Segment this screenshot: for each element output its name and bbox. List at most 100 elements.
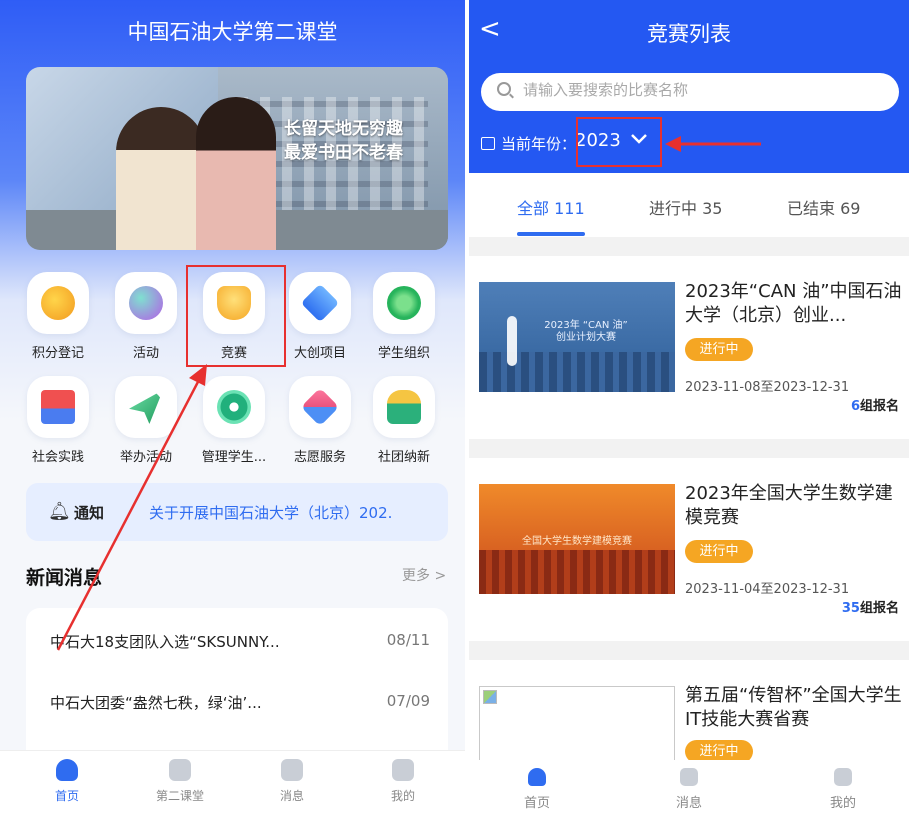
banner-figure — [116, 107, 206, 250]
tab-label: 我的 — [390, 789, 415, 803]
status-badge: 进行中 — [685, 338, 753, 361]
signup-count: 35组报名 — [842, 597, 899, 616]
points-register-icon — [27, 272, 89, 334]
tab-home[interactable]: 首页 — [22, 759, 112, 804]
news-item-date: 08/11 — [386, 631, 430, 649]
grid-item-manage-students[interactable]: 管理学生... — [194, 376, 274, 465]
grid-label: 志愿服务 — [293, 450, 346, 465]
banner-carousel[interactable]: 长留天地无穷趣 最爱书田不老春 — [26, 67, 448, 250]
news-more-link[interactable]: 更多 > — [402, 565, 446, 585]
search-icon — [497, 82, 511, 96]
volunteer-icon — [289, 376, 351, 438]
book-icon — [169, 759, 191, 781]
competition-card[interactable]: 2023年 “CAN 油” 创业计划大赛 2023年“CAN 油”中国石油大学（… — [469, 256, 909, 439]
notice-text[interactable]: 关于开展中国石油大学（北京）202. — [149, 502, 392, 523]
status-badge: 进行中 — [685, 540, 753, 563]
grid-item-social-practice[interactable]: 社会实践 — [18, 376, 98, 465]
competition-list-screen: < 竞赛列表 当前年份： 2023 全部 111 进行中 35 已结束 69 — [469, 0, 909, 814]
news-item-title: 中石大18支团队入选“SKSUNNY... — [50, 633, 280, 651]
screenshot-root: 中国石油大学第二课堂 长留天地无穷趣 最爱书田不老春 积分登记 活动 竞赛 大创… — [0, 0, 909, 814]
competition-cover-image: 2023年 “CAN 油” 创业计划大赛 — [479, 282, 675, 392]
tab-profile[interactable]: 我的 — [358, 759, 448, 804]
signup-count-number: 35 — [841, 601, 860, 616]
signup-count-number: 6 — [850, 399, 860, 414]
tab-label: 消息 — [675, 796, 702, 811]
competition-dates: 2023-11-08至2023-12-31 — [685, 380, 850, 395]
tab-ongoing[interactable]: 进行中 35 — [649, 195, 722, 219]
cover-text: 2023年 “CAN 油” 创业计划大赛 — [544, 320, 628, 343]
tab-label: 我的 — [829, 796, 856, 811]
grid-label: 举办活动 — [119, 450, 172, 465]
grid-label: 活动 — [132, 346, 159, 361]
grid-label: 管理学生... — [201, 450, 267, 465]
tab-label: 第二课堂 — [155, 789, 204, 803]
bottom-tab-bar: 首页 消息 我的 — [469, 760, 909, 814]
page-title: 竞赛列表 — [647, 22, 731, 46]
flag-icon — [27, 376, 89, 438]
news-item[interactable]: 中石大18支团队入选“SKSUNNY... 08/11 — [50, 631, 430, 661]
header: < 竞赛列表 当前年份： 2023 — [469, 0, 909, 173]
news-section-title: 新闻消息 — [26, 567, 103, 589]
balloon-icon — [115, 272, 177, 334]
banner-figure — [196, 97, 276, 250]
competition-title: 2023年全国大学生数学建模竞赛 — [685, 483, 893, 528]
grid-item-student-organizations[interactable]: 学生组织 — [364, 272, 444, 361]
bell-icon: 🔔︎ — [48, 501, 71, 522]
grid-item-volunteer[interactable]: 志愿服务 — [280, 376, 360, 465]
signup-count-suffix: 组报名 — [859, 399, 899, 414]
home-icon — [528, 768, 546, 786]
competition-dates: 2023-11-04至2023-12-31 — [685, 582, 850, 597]
year-highlight-box — [576, 117, 662, 167]
grid-label: 学生组织 — [377, 346, 430, 361]
cover-text: 全国大学生数学建模竞赛 — [522, 536, 632, 547]
calendar-icon — [481, 137, 495, 150]
competition-title: 第五届“传智杯”全国大学生IT技能大赛省赛 — [685, 685, 902, 730]
profile-icon — [392, 759, 414, 781]
competition-cover-image: 全国大学生数学建模竞赛 — [479, 484, 675, 594]
tab-ended[interactable]: 已结束 69 — [787, 195, 860, 219]
banner-slogan: 长留天地无穷趣 最爱书田不老春 — [284, 117, 403, 165]
broken-image-icon — [483, 690, 497, 704]
tab-all[interactable]: 全部 111 — [517, 195, 585, 219]
grid-item-points-register[interactable]: 积分登记 — [18, 272, 98, 361]
layers-icon — [289, 272, 351, 334]
profile-icon — [834, 768, 852, 786]
banner-line: 长留天地无穷趣 — [284, 119, 403, 139]
grid-item-host-activity[interactable]: 举办活动 — [106, 376, 186, 465]
tab-label: 首页 — [523, 796, 550, 811]
banner-line: 最爱书田不老春 — [284, 143, 403, 163]
grid-item-club-recruit[interactable]: 社团纳新 — [364, 376, 444, 465]
people-icon — [373, 376, 435, 438]
grid-label: 社团纳新 — [377, 450, 430, 465]
bottom-tab-bar: 首页 第二课堂 消息 我的 — [0, 750, 465, 814]
signup-count: 6组报名 — [851, 395, 899, 414]
home-icon — [56, 759, 78, 781]
gears-icon — [203, 376, 265, 438]
grid-item-innovation-projects[interactable]: 大创项目 — [280, 272, 360, 361]
app-title: 中国石油大学第二课堂 — [127, 20, 338, 44]
notice-bar[interactable]: 🔔︎ 通知 关于开展中国石油大学（北京）202. — [26, 483, 448, 541]
search-box[interactable] — [481, 73, 899, 111]
competition-card[interactable]: 全国大学生数学建模竞赛 2023年全国大学生数学建模竞赛 进行中 2023-11… — [469, 458, 909, 641]
tab-label: 首页 — [54, 789, 79, 803]
news-item-date: 07/09 — [386, 692, 430, 710]
year-label: 当前年份： — [481, 133, 576, 154]
competition-highlight-box — [186, 265, 286, 367]
tab-second-classroom[interactable]: 第二课堂 — [135, 759, 225, 804]
search-input[interactable] — [523, 81, 883, 99]
grid-item-activities[interactable]: 活动 — [106, 272, 186, 361]
tab-messages[interactable]: 消息 — [649, 768, 729, 811]
year-label-text: 当前年份： — [501, 135, 577, 153]
tab-home[interactable]: 首页 — [497, 768, 577, 811]
paper-plane-icon — [115, 376, 177, 438]
active-tab-indicator — [517, 232, 585, 236]
network-icon — [373, 272, 435, 334]
annotation-arrow — [665, 136, 761, 152]
status-tabs: 全部 111 进行中 35 已结束 69 — [469, 173, 909, 237]
tab-messages[interactable]: 消息 — [247, 759, 337, 804]
grid-label: 社会实践 — [31, 450, 84, 465]
tab-label: 消息 — [279, 789, 304, 803]
news-item[interactable]: 中石大团委“盎然七秩，绿‘油’... 07/09 — [50, 692, 430, 722]
tab-profile[interactable]: 我的 — [803, 768, 883, 811]
message-icon — [680, 768, 698, 786]
